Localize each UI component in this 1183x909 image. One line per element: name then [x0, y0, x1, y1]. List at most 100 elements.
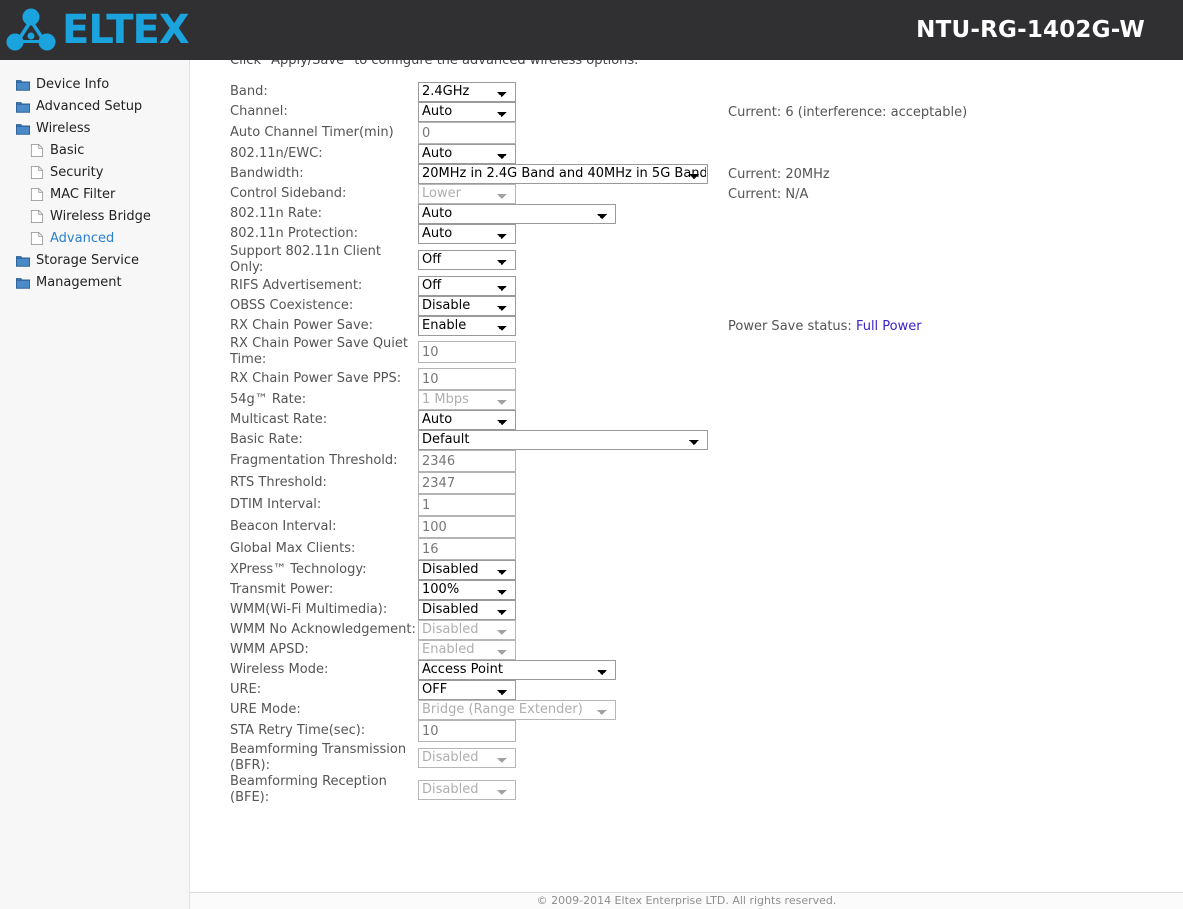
select-ure[interactable]: OFF — [418, 680, 516, 700]
field-note — [728, 368, 967, 390]
form-row: RIFS Advertisement: Off — [230, 276, 967, 296]
field-label-channel: Channel: — [230, 104, 288, 119]
select-rx-chain-power-save[interactable]: Enable — [418, 316, 516, 336]
field-label-802-11n-ewc: 802.11n/EWC: — [230, 146, 323, 161]
advanced-wireless-form: Band: 2.4GHz Channel: Auto Current: 6 (inter… — [230, 82, 967, 806]
input-sta-retry-time-sec[interactable] — [418, 720, 516, 742]
sidebar-item-advanced-setup[interactable]: Advanced Setup — [0, 96, 189, 117]
sidebar-item-wireless[interactable]: Wireless — [0, 118, 189, 139]
field-control-cell: Off — [418, 244, 728, 276]
field-label-basic-rate: Basic Rate: — [230, 432, 303, 447]
field-label-beacon-interval: Beacon Interval: — [230, 519, 337, 534]
form-row: Band: 2.4GHz — [230, 82, 967, 102]
select-multicast-rate[interactable]: Auto — [418, 410, 516, 430]
select-transmit-power[interactable]: 100% — [418, 580, 516, 600]
sidebar-item-basic[interactable]: Basic — [0, 140, 189, 161]
form-row: OBSS Coexistence: Disable — [230, 296, 967, 316]
select-band[interactable]: 2.4GHz — [418, 82, 516, 102]
form-row: URE: OFF — [230, 680, 967, 700]
input-rx-chain-power-save-pps[interactable] — [418, 368, 516, 390]
field-note — [728, 82, 967, 102]
form-row: Basic Rate: Default — [230, 430, 967, 450]
select-support-802-11n-client-only[interactable]: Off — [418, 250, 516, 270]
field-control-cell: OFF — [418, 680, 728, 700]
sidebar-item-storage-service[interactable]: Storage Service — [0, 250, 189, 271]
field-note — [728, 538, 967, 560]
input-beacon-interval[interactable] — [418, 516, 516, 538]
select-802-11n-rate[interactable]: Auto — [418, 204, 616, 224]
field-label-rx-chain-power-save-quiet-time: RX Chain Power Save Quiet Time: — [230, 336, 408, 367]
select-rifs-advertisement[interactable]: Off — [418, 276, 516, 296]
form-row: Beamforming Reception (BFE): Disabled — [230, 774, 967, 806]
sidebar-item-device-info[interactable]: Device Info — [0, 74, 189, 95]
input-dtim-interval[interactable] — [418, 494, 516, 516]
sidebar-item-label: Wireless Bridge — [50, 209, 151, 224]
sidebar-item-security[interactable]: Security — [0, 162, 189, 183]
folder-icon — [16, 80, 30, 91]
sidebar-item-label: MAC Filter — [50, 187, 116, 202]
select-802-11n-ewc[interactable]: Auto — [418, 144, 516, 164]
select-channel[interactable]: Auto — [418, 102, 516, 122]
field-control-cell: 1 Mbps — [418, 390, 728, 410]
field-label-rx-chain-power-save-pps: RX Chain Power Save PPS: — [230, 371, 402, 386]
field-note — [728, 122, 967, 144]
input-global-max-clients[interactable] — [418, 538, 516, 560]
select-54g-rate: 1 Mbps — [418, 390, 516, 410]
form-row: Wireless Mode: Access Point — [230, 660, 967, 680]
page-icon — [30, 166, 44, 179]
content-inner: Click "Apply/Save" to configure the adva… — [230, 52, 1170, 806]
form-row: Auto Channel Timer(min) — [230, 122, 967, 144]
field-note — [728, 640, 967, 660]
field-note: Power Save status: Full Power — [728, 316, 967, 336]
select-802-11n-protection[interactable]: Auto — [418, 224, 516, 244]
sidebar-item-advanced[interactable]: Advanced — [0, 228, 189, 249]
select-xpress-technology[interactable]: Disabled — [418, 560, 516, 580]
select-basic-rate[interactable]: Default — [418, 430, 708, 450]
field-note — [728, 450, 967, 472]
field-label-obss-coexistence: OBSS Coexistence: — [230, 298, 354, 313]
sidebar-item-wireless-bridge[interactable]: Wireless Bridge — [0, 206, 189, 227]
field-note — [728, 620, 967, 640]
field-note — [728, 390, 967, 410]
page-root: ELTEX NTU-RG-1402G-W Device Info Advanced… — [0, 0, 1183, 909]
brand-logo: ELTEX — [0, 5, 190, 55]
field-label-control-sideband: Control Sideband: — [230, 186, 347, 201]
form-row: Transmit Power: 100% — [230, 580, 967, 600]
select-bandwidth[interactable]: 20MHz in 2.4G Band and 40MHz in 5G Band — [418, 164, 708, 184]
field-control-cell — [418, 368, 728, 390]
page-icon — [30, 188, 44, 201]
select-obss-coexistence[interactable]: Disable — [418, 296, 516, 316]
form-row: Channel: Auto Current: 6 (interference: ac… — [230, 102, 967, 122]
main-content: Click "Apply/Save" to configure the adva… — [190, 0, 1183, 892]
field-note — [728, 600, 967, 620]
field-control-cell — [418, 538, 728, 560]
form-row: 802.11n Rate: Auto — [230, 204, 967, 224]
select-wmm-wi-fi-multimedia[interactable]: Disabled — [418, 600, 516, 620]
form-row: 802.11n Protection: Auto — [230, 224, 967, 244]
field-note — [728, 516, 967, 538]
select-ure-mode: Bridge (Range Extender) — [418, 700, 616, 720]
field-note — [728, 472, 967, 494]
field-control-cell — [418, 450, 728, 472]
field-note: Current: 6 (interference: acceptable) — [728, 102, 967, 122]
sidebar-item-management[interactable]: Management — [0, 272, 189, 293]
sidebar-footer-spacer — [0, 892, 190, 909]
select-control-sideband: Lower — [418, 184, 516, 204]
field-control-cell: Disabled — [418, 774, 728, 806]
form-row: Beacon Interval: — [230, 516, 967, 538]
power-save-status-link[interactable]: Full Power — [856, 319, 922, 334]
field-note-text: Current: 6 (interference: acceptable) — [728, 104, 968, 120]
field-label-rifs-advertisement: RIFS Advertisement: — [230, 278, 363, 293]
input-rx-chain-power-save-quiet-time[interactable] — [418, 341, 516, 363]
sidebar-item-mac-filter[interactable]: MAC Filter — [0, 184, 189, 205]
select-wireless-mode[interactable]: Access Point — [418, 660, 616, 680]
field-note: Current: 20MHz — [728, 164, 967, 184]
form-row: RX Chain Power Save Quiet Time: — [230, 336, 967, 368]
select-beamforming-reception-bfe: Disabled — [418, 780, 516, 800]
folder-icon — [16, 102, 30, 113]
form-row: 802.11n/EWC: Auto — [230, 144, 967, 164]
field-label-wmm-wi-fi-multimedia: WMM(Wi-Fi Multimedia): — [230, 602, 388, 617]
input-auto-channel-timer-min[interactable] — [418, 122, 516, 144]
input-fragmentation-threshold[interactable] — [418, 450, 516, 472]
input-rts-threshold[interactable] — [418, 472, 516, 494]
